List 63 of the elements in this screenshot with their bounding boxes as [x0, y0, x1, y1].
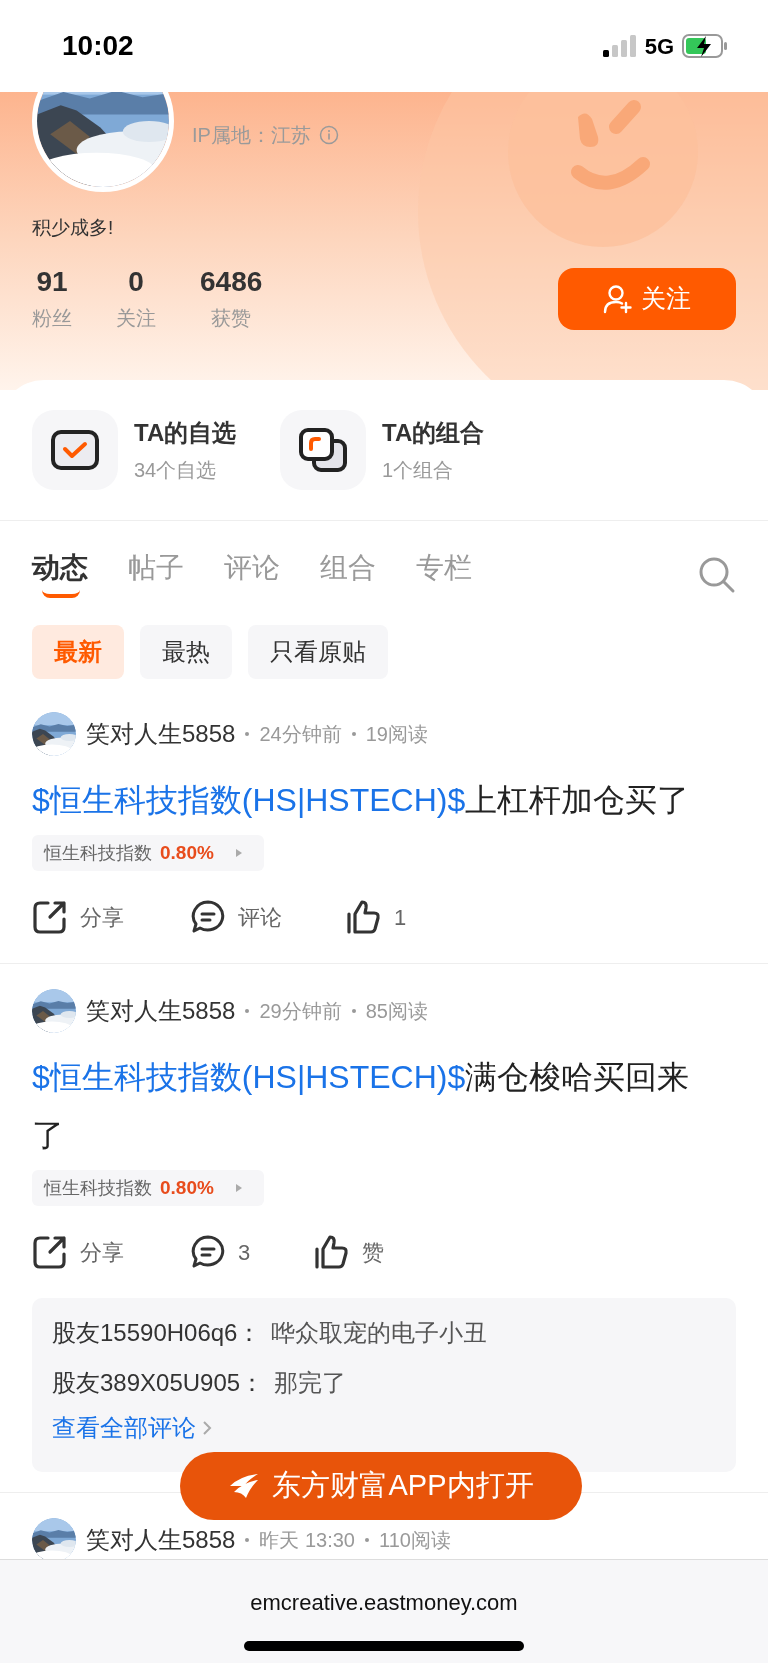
url-text: emcreative.eastmoney.com — [250, 1589, 518, 1617]
comment-text: 那完了 — [274, 1368, 347, 1398]
share-button[interactable]: 分享 — [32, 899, 190, 935]
ip-location: IP属地：江苏 — [192, 123, 311, 148]
author-avatar[interactable] — [32, 989, 76, 1033]
share-button[interactable]: 分享 — [32, 1234, 190, 1270]
author-name[interactable]: 笑对人生5858 — [86, 716, 236, 752]
stacked-squares-icon — [280, 410, 366, 490]
commenter-name[interactable]: 股友389X05U905： — [52, 1365, 265, 1401]
network-type: 5G — [644, 32, 674, 61]
comment-icon — [190, 899, 226, 935]
filter-chip[interactable]: 只看原贴 — [248, 625, 388, 679]
shortcut-item[interactable]: TA的组合 1个组合 — [280, 410, 485, 490]
post-text: $恒生科技指数(HS|HSTECH)$满仓梭哈买回来了 — [32, 1058, 691, 1155]
author-avatar[interactable] — [32, 712, 76, 756]
commenter-name[interactable]: 股友15590H06q6： — [52, 1315, 262, 1351]
read-count: 85阅读 — [365, 999, 428, 1024]
post-time: 昨天 13:30 — [259, 1528, 355, 1553]
share-icon — [32, 1234, 68, 1270]
stat-label: 粉丝 — [32, 305, 72, 331]
read-count: 110阅读 — [379, 1528, 451, 1553]
author-name[interactable]: 笑对人生5858 — [86, 1522, 236, 1558]
thumbs-up-icon — [314, 1234, 350, 1270]
post-time: 24分钟前 — [259, 722, 342, 747]
chevron-right-icon — [202, 1420, 212, 1436]
stat-value: 91 — [36, 264, 68, 299]
author-name[interactable]: 笑对人生5858 — [86, 993, 236, 1029]
add-user-icon — [603, 283, 633, 314]
author-avatar[interactable] — [32, 1518, 76, 1562]
stat-value: 0 — [128, 264, 144, 299]
stock-quote-chip[interactable]: 恒生科技指数 0.80% — [32, 835, 264, 871]
comment-button[interactable]: 3 — [190, 1234, 314, 1270]
post-text: $恒生科技指数(HS|HSTECH)$上杠杆加仓买了 — [32, 781, 691, 820]
stock-quote-chip[interactable]: 恒生科技指数 0.80% — [32, 1170, 264, 1206]
play-arrow-icon — [233, 847, 244, 859]
tab[interactable]: 动态 — [32, 550, 88, 600]
play-arrow-icon — [233, 1182, 244, 1194]
follow-button[interactable]: 关注 — [558, 267, 736, 330]
comment-icon — [190, 1234, 226, 1270]
clock-time: 10:02 — [62, 29, 134, 63]
filter-chip[interactable]: 最热 — [140, 625, 232, 679]
swoosh-logo-icon — [228, 1472, 261, 1500]
post-time: 29分钟前 — [259, 999, 342, 1024]
battery-charging-icon — [682, 34, 728, 58]
search-icon[interactable] — [698, 556, 736, 594]
view-all-comments-link[interactable]: 查看全部评论 — [52, 1410, 212, 1446]
checkbox-icon — [32, 410, 118, 490]
comment-text: 哗众取宠的电子小丑 — [271, 1318, 488, 1348]
stock-link[interactable]: $恒生科技指数(HS|HSTECH)$ — [32, 1059, 466, 1095]
shortcut-item[interactable]: TA的自选 34个自选 — [32, 410, 254, 490]
share-icon — [32, 899, 68, 935]
open-in-app-button[interactable]: 东方财富APP内打开 — [180, 1452, 582, 1520]
comment-button[interactable]: 评论 — [190, 899, 346, 935]
stat-label: 关注 — [116, 305, 156, 331]
stat-value: 6486 — [200, 264, 263, 299]
like-button[interactable]: 赞 — [314, 1234, 384, 1270]
signal-icon — [602, 35, 637, 57]
profile-bio: 积少成多! — [32, 216, 115, 240]
stat-label: 获赞 — [211, 305, 252, 331]
read-count: 19阅读 — [365, 722, 428, 747]
thumbs-up-icon — [346, 899, 382, 935]
stock-link[interactable]: $恒生科技指数(HS|HSTECH)$ — [32, 782, 466, 818]
like-button[interactable]: 1 — [346, 899, 407, 935]
